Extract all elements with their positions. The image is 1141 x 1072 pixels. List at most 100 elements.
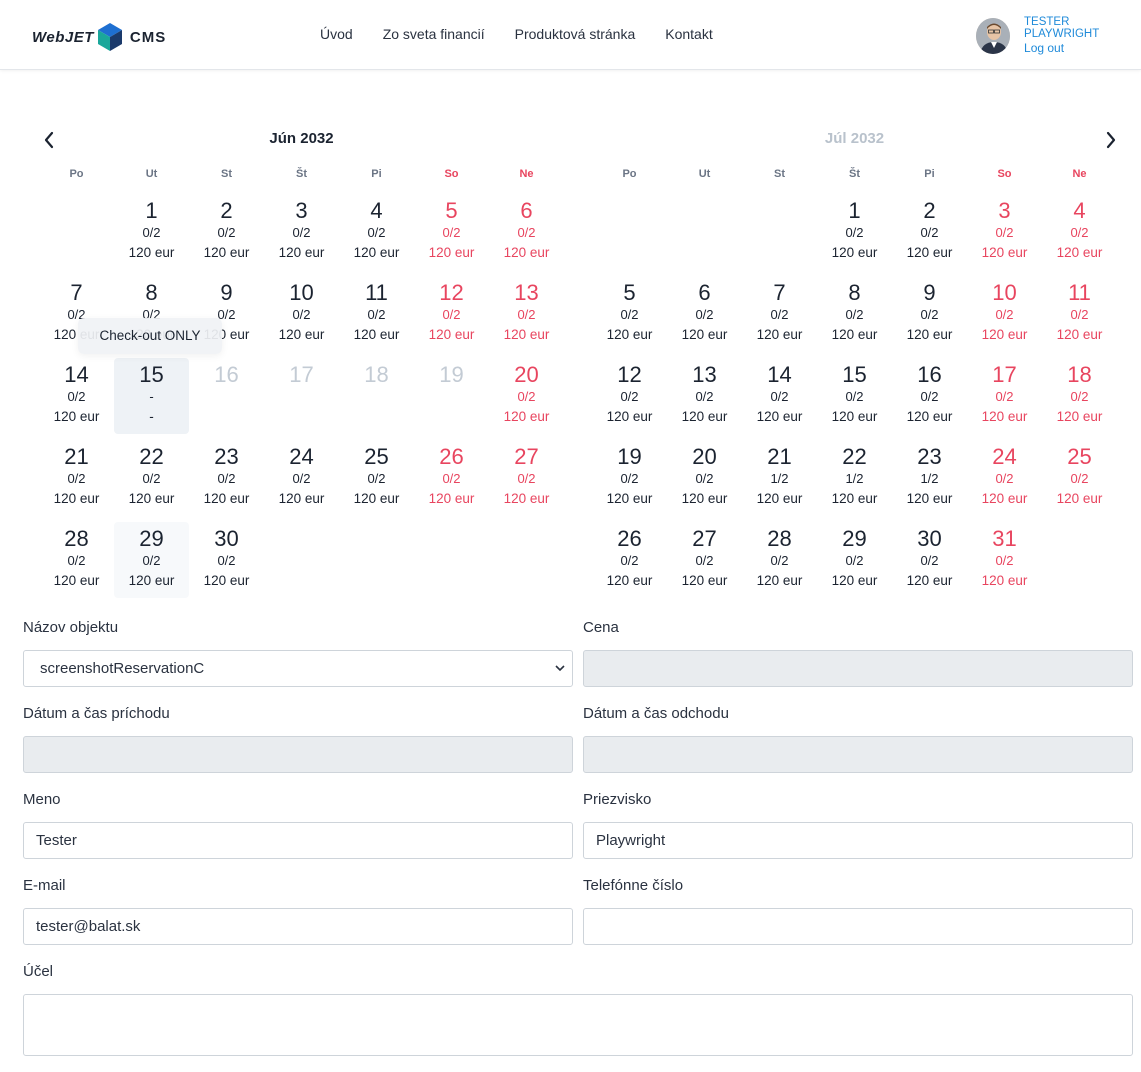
nav-uvod[interactable]: Úvod — [320, 26, 353, 42]
day-number: 29 — [842, 526, 867, 551]
nav-produktova-stranka[interactable]: Produktová stránka — [515, 26, 636, 42]
day-price: 120 eur — [278, 245, 325, 260]
calendar-day[interactable]: 5 0/2 120 eur — [592, 276, 667, 352]
purpose-textarea[interactable] — [23, 994, 1133, 1056]
email-input[interactable]: tester@balat.sk — [23, 908, 573, 945]
calendar-day[interactable]: 10 0/2 120 eur — [264, 276, 339, 352]
calendar-day[interactable]: 3 0/2 120 eur — [264, 194, 339, 270]
calendar-day[interactable]: 7 0/2 120 eur — [742, 276, 817, 352]
calendar-day[interactable]: 3 0/2 120 eur — [967, 194, 1042, 270]
day-price: 120 eur — [831, 245, 878, 260]
calendar-day[interactable]: 14 0/2 120 eur — [39, 358, 114, 434]
surname-input[interactable]: Playwright — [583, 822, 1133, 859]
calendar-day[interactable]: 20 0/2 120 eur — [489, 358, 564, 434]
day-occupancy: 0/2 — [995, 471, 1014, 486]
calendar-day[interactable]: 30 0/2 120 eur — [189, 522, 264, 598]
chevron-down-icon — [555, 663, 565, 675]
calendar-day[interactable]: 29 0/2 120 eur — [817, 522, 892, 598]
logout-link[interactable]: Log out — [1024, 41, 1141, 55]
calendar-day[interactable]: 18 0/2 120 eur — [1042, 358, 1117, 434]
day-price: 120 eur — [1056, 491, 1103, 506]
day-occupancy: 0/2 — [292, 307, 311, 322]
phone-input[interactable] — [583, 908, 1133, 945]
weekday-header: Po Ut St Št Pi So Ne — [39, 168, 564, 180]
calendar-day[interactable]: 15 - - — [114, 358, 189, 434]
day-occupancy: 0/2 — [1070, 471, 1089, 486]
user-name[interactable]: TESTER PLAYWRIGHT — [1024, 16, 1141, 40]
calendar-day[interactable]: 4 0/2 120 eur — [1042, 194, 1117, 270]
weekday-label: So — [997, 168, 1012, 180]
calendar-day[interactable]: 10 0/2 120 eur — [967, 276, 1042, 352]
calendar-day[interactable]: 12 0/2 120 eur — [592, 358, 667, 434]
nav-kontakt[interactable]: Kontakt — [665, 26, 712, 42]
day-occupancy: 0/2 — [920, 307, 939, 322]
calendar-day[interactable]: 31 0/2 120 eur — [967, 522, 1042, 598]
day-number: 19 — [439, 362, 464, 387]
calendar-day[interactable]: 4 0/2 120 eur — [339, 194, 414, 270]
day-price: 120 eur — [203, 245, 250, 260]
calendar-day[interactable]: 21 0/2 120 eur — [39, 440, 114, 516]
calendar-day[interactable]: 1 0/2 120 eur — [817, 194, 892, 270]
calendar-day[interactable]: 20 0/2 120 eur — [667, 440, 742, 516]
day-number: 9 — [923, 280, 936, 305]
calendar-day[interactable]: 13 0/2 120 eur — [489, 276, 564, 352]
calendar-day[interactable]: 27 0/2 120 eur — [667, 522, 742, 598]
calendar-day[interactable]: 24 0/2 120 eur — [264, 440, 339, 516]
calendar-day[interactable]: 23 0/2 120 eur — [189, 440, 264, 516]
calendar-day[interactable]: 2 0/2 120 eur — [892, 194, 967, 270]
calendar-day[interactable]: 9 0/2 120 eur — [892, 276, 967, 352]
day-occupancy: 0/2 — [920, 225, 939, 240]
calendar-day[interactable]: 21 1/2 120 eur — [742, 440, 817, 516]
calendar-day[interactable]: 14 0/2 120 eur — [742, 358, 817, 434]
calendar-day[interactable]: 11 0/2 120 eur — [1042, 276, 1117, 352]
calendar-day[interactable]: 12 0/2 120 eur — [414, 276, 489, 352]
day-number: 24 — [992, 444, 1017, 469]
day-occupancy: 0/2 — [142, 225, 161, 240]
day-price: 120 eur — [503, 409, 550, 424]
site-logo[interactable]: WebJET CMS — [32, 22, 166, 52]
calendar-day[interactable]: 25 0/2 120 eur — [339, 440, 414, 516]
calendar-day[interactable]: 29 0/2 120 eur — [114, 522, 189, 598]
calendar-day[interactable]: 28 0/2 120 eur — [742, 522, 817, 598]
calendar-day[interactable]: 24 0/2 120 eur — [967, 440, 1042, 516]
weekday-label: St — [774, 168, 785, 180]
day-number: 26 — [439, 444, 464, 469]
calendar-day[interactable]: 22 0/2 120 eur — [114, 440, 189, 516]
day-price: 120 eur — [278, 491, 325, 506]
user-info: TESTER PLAYWRIGHT Log out — [1024, 16, 1141, 55]
calendar-day[interactable]: 26 0/2 120 eur — [414, 440, 489, 516]
calendar-day[interactable]: 25 0/2 120 eur — [1042, 440, 1117, 516]
day-occupancy: 0/2 — [695, 471, 714, 486]
calendar-day[interactable]: 5 0/2 120 eur — [414, 194, 489, 270]
calendar-day[interactable]: 1 0/2 120 eur — [114, 194, 189, 270]
calendar-day[interactable]: 11 0/2 120 eur — [339, 276, 414, 352]
weekday-label: Ut — [145, 168, 158, 180]
day-price: 120 eur — [606, 409, 653, 424]
avatar[interactable] — [976, 17, 1011, 54]
calendar-day[interactable]: 6 0/2 120 eur — [667, 276, 742, 352]
calendar-day[interactable]: 16 0/2 120 eur — [892, 358, 967, 434]
calendar-day[interactable]: 23 1/2 120 eur — [892, 440, 967, 516]
calendar-day[interactable]: 22 1/2 120 eur — [817, 440, 892, 516]
nav-zo-sveta-financii[interactable]: Zo sveta financií — [383, 26, 485, 42]
day-occupancy: 0/2 — [995, 307, 1014, 322]
calendar-day[interactable]: 28 0/2 120 eur — [39, 522, 114, 598]
day-occupancy: - — [149, 389, 154, 404]
day-number: 21 — [767, 444, 792, 469]
arrival-field: Dátum a čas príchodu — [23, 705, 573, 773]
calendar-day[interactable]: 17 0/2 120 eur — [967, 358, 1042, 434]
name-input[interactable]: Tester — [23, 822, 573, 859]
calendar-day[interactable]: 27 0/2 120 eur — [489, 440, 564, 516]
calendar-day[interactable]: 15 0/2 120 eur — [817, 358, 892, 434]
day-occupancy: 0/2 — [217, 553, 236, 568]
calendar-day[interactable]: 2 0/2 120 eur — [189, 194, 264, 270]
object-select[interactable]: screenshotReservationC — [23, 650, 573, 687]
calendar-day[interactable]: 6 0/2 120 eur — [489, 194, 564, 270]
next-month-chevron-right-icon[interactable] — [1105, 130, 1117, 156]
calendar-day[interactable]: 13 0/2 120 eur — [667, 358, 742, 434]
name-label: Meno — [23, 791, 61, 808]
calendar-day[interactable]: 8 0/2 120 eur — [817, 276, 892, 352]
calendar-day[interactable]: 30 0/2 120 eur — [892, 522, 967, 598]
calendar-day[interactable]: 26 0/2 120 eur — [592, 522, 667, 598]
calendar-day[interactable]: 19 0/2 120 eur — [592, 440, 667, 516]
